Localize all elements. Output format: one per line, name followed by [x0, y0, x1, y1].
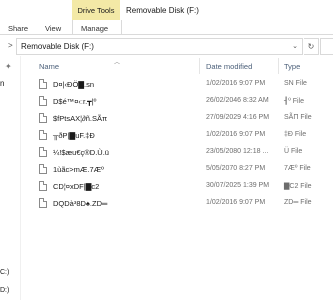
column-header-row: ︿ Name Date modified Type: [21, 58, 333, 75]
file-type: SN File: [284, 80, 307, 87]
file-row[interactable]: CD¦¤xDF|▇c2 30/07/2025 1:39 PM ▇C2 File: [21, 180, 333, 197]
tab-view[interactable]: View: [45, 24, 61, 33]
file-name[interactable]: DQDà³8D♠.ZD═: [53, 199, 107, 208]
file-row[interactable]: 1ùãc>mÆ.7Æº 5/05/2070 8:27 PM 7Æº File: [21, 163, 333, 180]
drive-tools-context-header: Drive Tools: [72, 0, 120, 20]
file-icon: [39, 198, 47, 208]
file-type: ‡Ð File: [284, 131, 307, 138]
file-row[interactable]: DQDà³8D♠.ZD═ 1/02/2016 9:07 PM ZD═ File: [21, 197, 333, 214]
file-date: 27/09/2029 4:16 PM: [206, 114, 270, 121]
nav-item-drive-d[interactable]: D:): [0, 287, 9, 294]
file-date: 1/02/2016 9:07 PM: [206, 80, 266, 87]
breadcrumb-chevron-icon[interactable]: >: [8, 41, 13, 50]
file-date: 1/02/2016 9:07 PM: [206, 131, 266, 138]
file-date: 1/02/2016 9:07 PM: [206, 199, 266, 206]
file-name[interactable]: ¼!$æu€ç®D.Ù.ü: [53, 148, 109, 157]
file-row[interactable]: D$é™¤‹ːr.┳|º 26/02/2046 8:32 AM ┨º File: [21, 95, 333, 112]
file-date: 30/07/2025 1:39 PM: [206, 182, 270, 189]
navigation-pane: ✦ n C:) D:): [0, 56, 19, 300]
breadcrumb-current[interactable]: Removable Disk (F:): [21, 42, 94, 51]
column-divider[interactable]: [199, 58, 200, 74]
file-type: 7Æº File: [284, 165, 311, 172]
file-name[interactable]: D$é™¤‹ːr.┳|º: [53, 97, 96, 106]
file-name[interactable]: $fPtsAX¦∂ñ.SÃπ: [53, 114, 107, 123]
sort-ascending-icon: ︿: [114, 60, 121, 66]
file-name[interactable]: CD¦¤xDF|▇c2: [53, 182, 99, 191]
file-type: ZD═ File: [284, 199, 312, 206]
file-icon: [39, 113, 47, 123]
file-date: 26/02/2046 8:32 AM: [206, 97, 269, 104]
nav-item-drive-c[interactable]: C:): [0, 269, 9, 276]
file-type: ┨º File: [284, 98, 304, 105]
refresh-icon[interactable]: ↻: [304, 38, 319, 55]
drive-tools-label: Drive Tools: [77, 6, 115, 15]
file-icon: [39, 147, 47, 157]
file-row[interactable]: $fPtsAX¦∂ñ.SÃπ 27/09/2029 4:16 PM SÃΠ Fi…: [21, 112, 333, 129]
column-type[interactable]: Type: [284, 62, 300, 71]
file-icon: [39, 130, 47, 140]
ribbon: Drive Tools Removable Disk (F:) Share Vi…: [0, 0, 333, 34]
file-name[interactable]: D¤|‹ÐÖ▇.sn: [53, 80, 94, 89]
file-icon: [39, 96, 47, 106]
tab-share[interactable]: Share: [8, 24, 28, 33]
file-row[interactable]: D¤|‹ÐÖ▇.sn 1/02/2016 9:07 PM SN File: [21, 78, 333, 95]
pin-icon[interactable]: ✦: [5, 62, 12, 71]
file-list: D¤|‹ÐÖ▇.sn 1/02/2016 9:07 PM SN File D$é…: [21, 76, 333, 300]
nav-item-partial[interactable]: n: [0, 79, 4, 88]
file-row[interactable]: ╥ðP|▇uF.‡Ð 1/02/2016 9:07 PM ‡Ð File: [21, 129, 333, 146]
chevron-down-icon[interactable]: ⌄: [292, 42, 298, 50]
search-input[interactable]: [320, 38, 333, 55]
file-name[interactable]: 1ùãc>mÆ.7Æº: [53, 165, 104, 174]
file-type: ▇C2 File: [284, 183, 312, 190]
tab-manage-label[interactable]: Manage: [81, 24, 108, 33]
file-name[interactable]: ╥ðP|▇uF.‡Ð: [53, 131, 95, 140]
ribbon-divider: [0, 34, 333, 35]
file-row[interactable]: ¼!$æu€ç®D.Ù.ü 23/05/2080 12:18 ... Ü Fil…: [21, 146, 333, 163]
file-date: 5/05/2070 8:27 PM: [206, 165, 266, 172]
file-icon: [39, 181, 47, 191]
file-icon: [39, 79, 47, 89]
file-icon: [39, 164, 47, 174]
address-bar[interactable]: Removable Disk (F:) ⌄: [16, 38, 303, 55]
column-date-modified[interactable]: Date modified: [206, 62, 252, 71]
column-name[interactable]: Name: [39, 62, 59, 71]
file-type: SÃΠ File: [284, 114, 312, 121]
file-date: 23/05/2080 12:18 ...: [206, 148, 269, 155]
column-divider[interactable]: [278, 58, 279, 74]
window-title: Removable Disk (F:): [126, 6, 199, 15]
address-bar-row: > Removable Disk (F:) ⌄ ↻: [0, 36, 333, 56]
file-type: Ü File: [284, 148, 303, 155]
